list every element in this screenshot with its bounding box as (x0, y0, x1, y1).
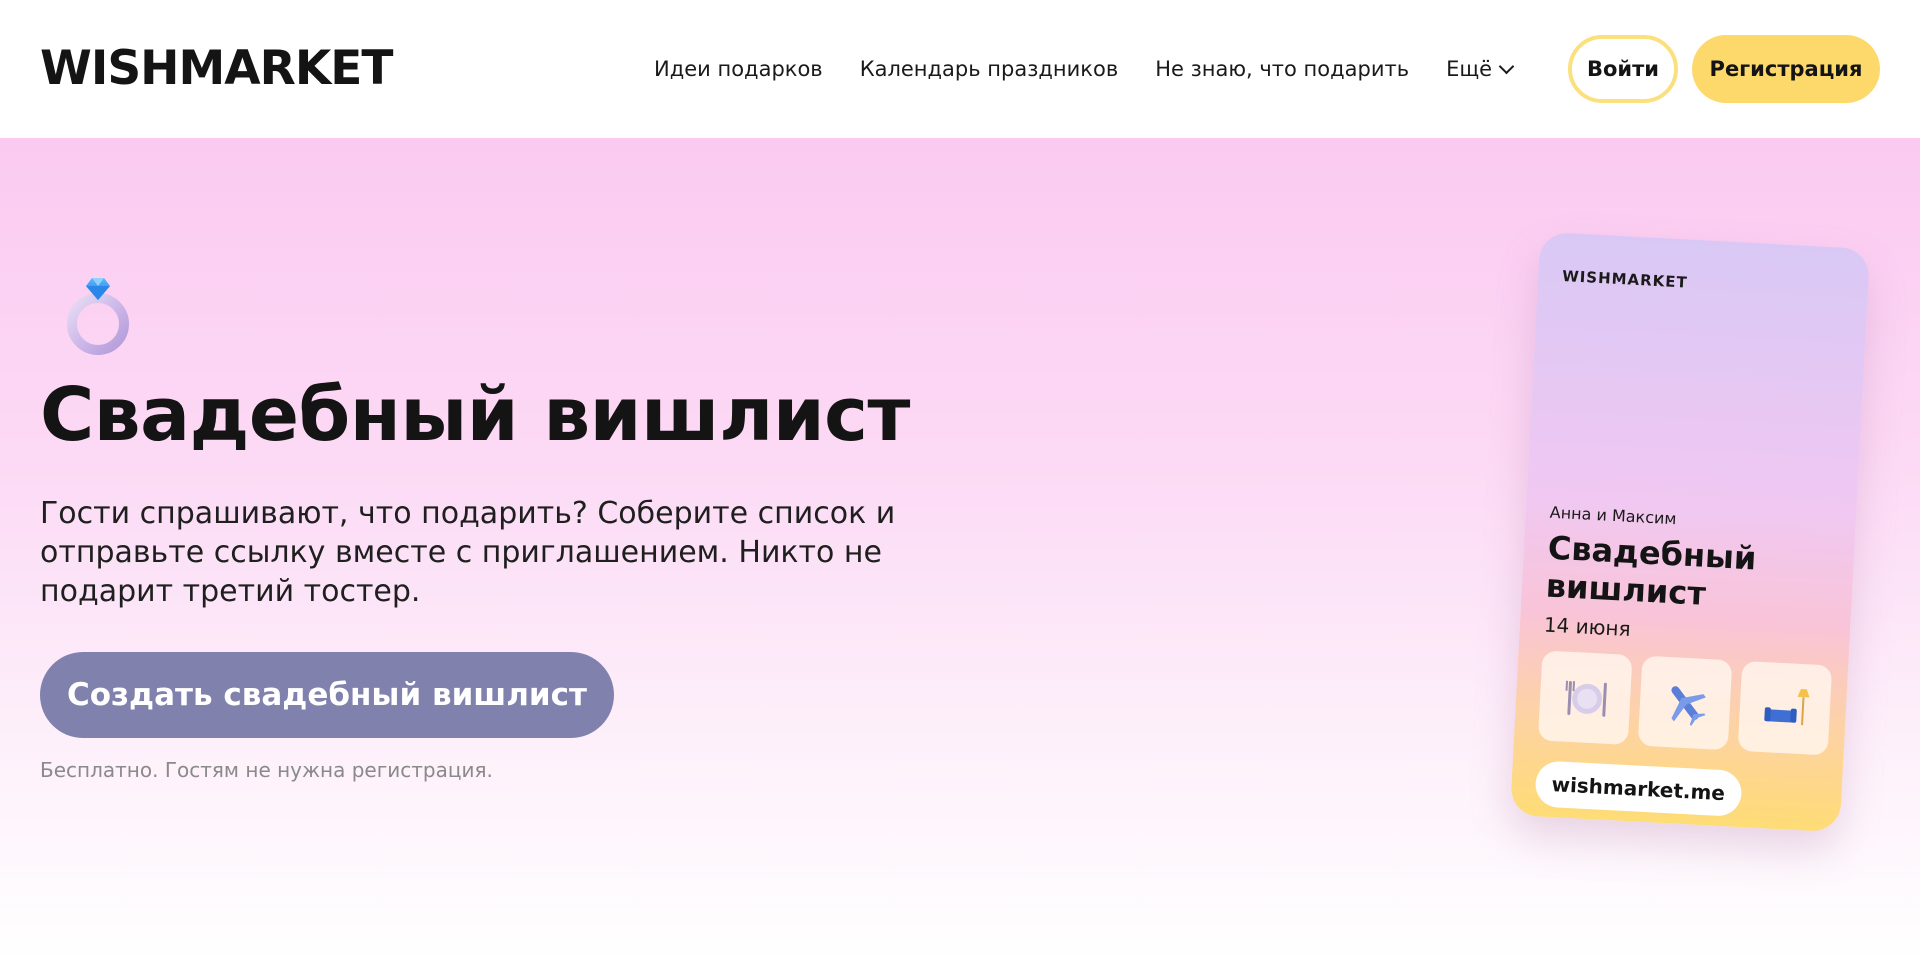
hero-section: Свадебный вишлист Гости спрашивают, что … (0, 138, 1920, 960)
card-url-badge: wishmarket.me (1534, 760, 1743, 817)
nav-gift-ideas[interactable]: Идеи подарков (654, 57, 823, 81)
gift-tile (1637, 655, 1733, 751)
airplane-icon (1671, 686, 1706, 726)
card-gift-tiles (1537, 650, 1833, 756)
hero-subtitle-line: подарит третий тостер. (40, 574, 421, 609)
page-title: Свадебный вишлист (40, 372, 910, 458)
chevron-down-icon (1498, 58, 1515, 74)
card-couple-names: Анна и Максим (1549, 502, 1677, 529)
sofa-lamp-icon (1764, 689, 1810, 726)
nav-more-label: Ещё (1446, 57, 1493, 81)
nav-holiday-calendar[interactable]: Календарь праздников (860, 57, 1119, 81)
login-button[interactable]: Войти (1568, 35, 1678, 103)
hero-subtitle: Гости спрашивают, что подарить? Соберите… (40, 494, 1020, 611)
gift-tile (1537, 650, 1633, 746)
nav-dont-know-what-to-gift[interactable]: Не знаю, что подарить (1155, 57, 1409, 81)
wishlist-preview-card: WISHMARKET Анна и Максим Свадебный вишли… (1509, 231, 1871, 833)
card-logo: WISHMARKET (1561, 266, 1689, 292)
card-title: Свадебный вишлист (1545, 529, 1757, 616)
plate-cutlery-icon (1565, 680, 1607, 717)
site-logo[interactable]: WISHMARKET (40, 44, 393, 94)
hero-subtitle-line: отправьте ссылку вместе с приглашением. … (40, 535, 882, 570)
create-wishlist-button[interactable]: Создать свадебный вишлист (40, 652, 614, 738)
nav-more-dropdown[interactable]: Ещё (1446, 57, 1515, 81)
register-button[interactable]: Регистрация (1692, 35, 1880, 103)
site-header: WISHMARKET Идеи подарков Календарь празд… (0, 0, 1920, 138)
gift-tile (1737, 660, 1833, 756)
ring-icon (62, 272, 134, 362)
card-date: 14 июня (1543, 612, 1632, 642)
hero-subtitle-line: Гости спрашивают, что подарить? Соберите… (40, 496, 896, 531)
main-nav: Идеи подарков Календарь праздников Не зн… (654, 0, 1515, 138)
free-note: Бесплатно. Гостям не нужна регистрация. (40, 758, 493, 782)
